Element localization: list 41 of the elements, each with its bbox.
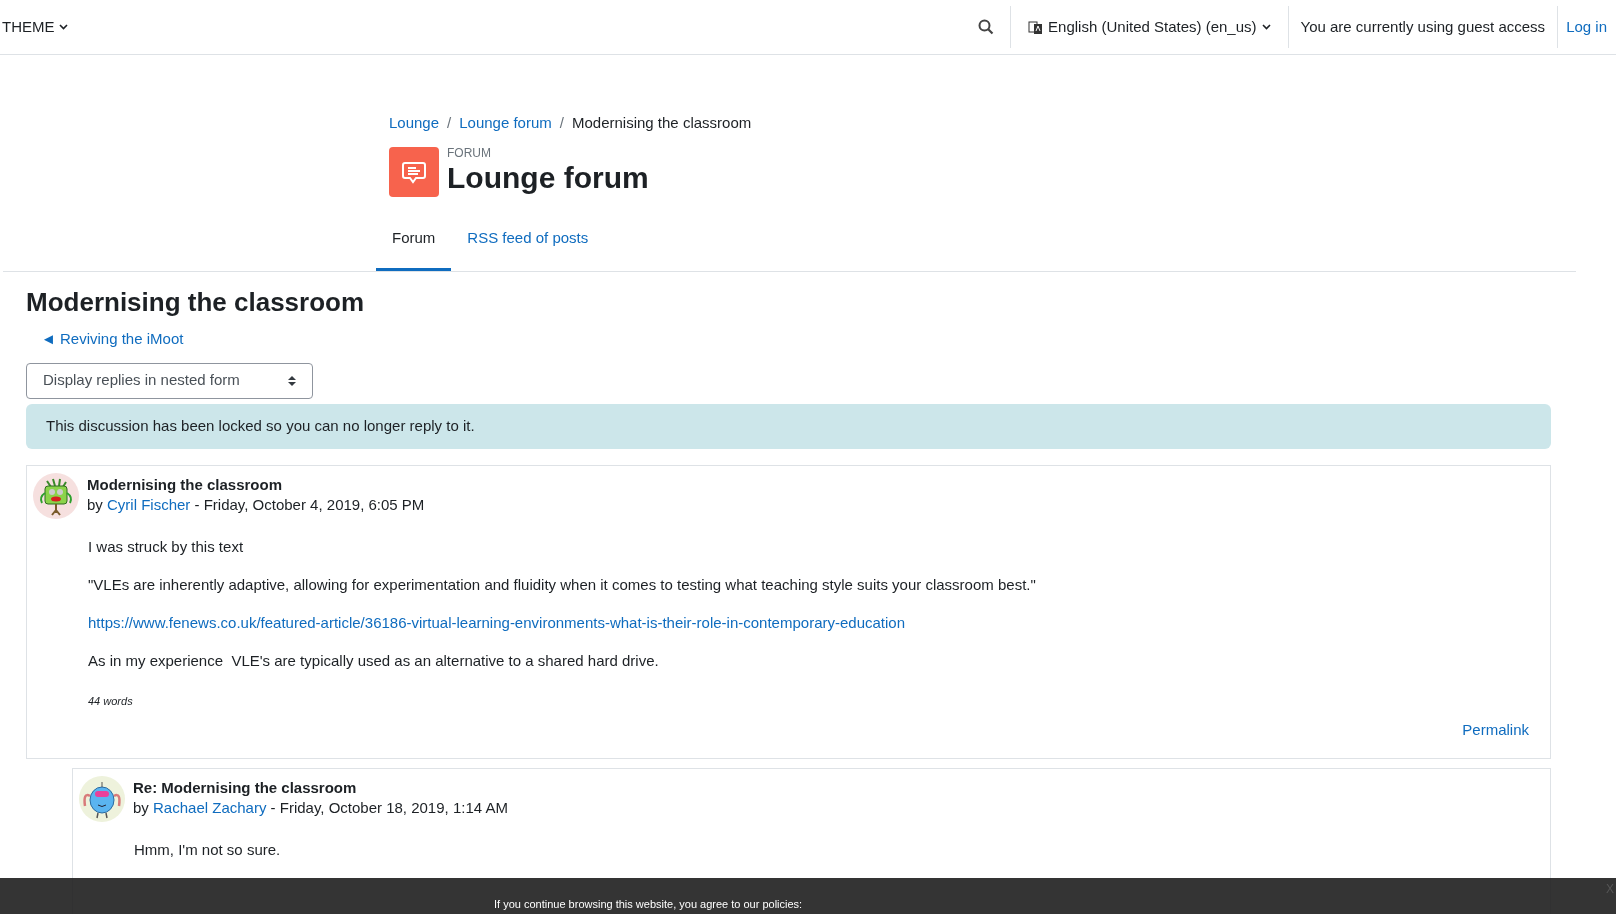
breadcrumb-separator: / (447, 113, 452, 133)
display-mode-select[interactable]: Display replies in nested form (26, 362, 313, 399)
cookie-notice: If you continue browsing this website, you agree to our policies: (494, 897, 803, 912)
breadcrumb-link[interactable]: Lounge (389, 112, 440, 135)
post-subject: Re: Modernising the classroom (133, 777, 358, 798)
breadcrumb-link[interactable]: Lounge forum (459, 112, 552, 135)
author-link[interactable]: Rachael Zachary (153, 798, 267, 816)
sort-arrows-icon (288, 374, 296, 387)
caret-icon (1261, 24, 1271, 30)
language-menu[interactable]: English (United States) (en_us) (1011, 15, 1288, 39)
nav-tab[interactable]: Forum (376, 218, 452, 271)
post-paragraph: I was struck by this text (88, 536, 245, 557)
language-icon (1028, 19, 1044, 35)
activity-type-label: FORUM (447, 146, 492, 159)
post-date: - Friday, October 4, 2019, 6:05 PM (193, 495, 425, 513)
discussion-title: Modernising the classroom (26, 286, 366, 318)
theme-menu[interactable]: THEME (0, 15, 68, 39)
search-icon (978, 19, 995, 35)
caret-icon (58, 24, 68, 30)
breadcrumb-separator: / (559, 113, 564, 133)
post-action-link[interactable]: Permalink (1462, 719, 1529, 742)
word-count: 44 words (87, 693, 134, 709)
author-prefix: by (87, 495, 104, 513)
avatar-drawing (79, 775, 125, 822)
forum-icon (389, 146, 439, 197)
post-subject: Modernising the classroom (87, 474, 284, 495)
post-paragraph: "VLEs are inherently adaptive, allowing for experimentation and fluidity when it comes to testing what teaching style suits your classroom best." (88, 574, 1037, 595)
guest-notice: You are currently using guest access (1299, 16, 1547, 37)
page-title: Lounge forum (447, 159, 649, 196)
post-date: - Friday, October 18, 2019, 1:14 AM (269, 798, 508, 816)
breadcrumb-current: Modernising the classroom (572, 113, 752, 133)
post-paragraph: Hmm, I'm not so sure. (134, 839, 282, 860)
author-link[interactable]: Cyril Fischer (107, 495, 191, 513)
nav-tab[interactable]: RSS feed of posts (451, 218, 605, 271)
post-paragraph: As in my experience VLE's are typically used as an alternative to a shared hard drive. (88, 650, 660, 671)
login-link[interactable]: Log in (1558, 15, 1616, 39)
article-link[interactable]: https://www.fenews.co.uk/featured-article/36186-virtual-learning-environments-what-is-their-role-in-contemporary-education (88, 612, 1526, 633)
locked-notice: This discussion has been locked so you can no longer reply to it. (26, 403, 1551, 449)
previous-discussion-link[interactable]: ◄ Reviving the iMoot (41, 328, 1551, 351)
avatar-drawing (33, 472, 79, 519)
author-prefix: by (133, 798, 150, 816)
